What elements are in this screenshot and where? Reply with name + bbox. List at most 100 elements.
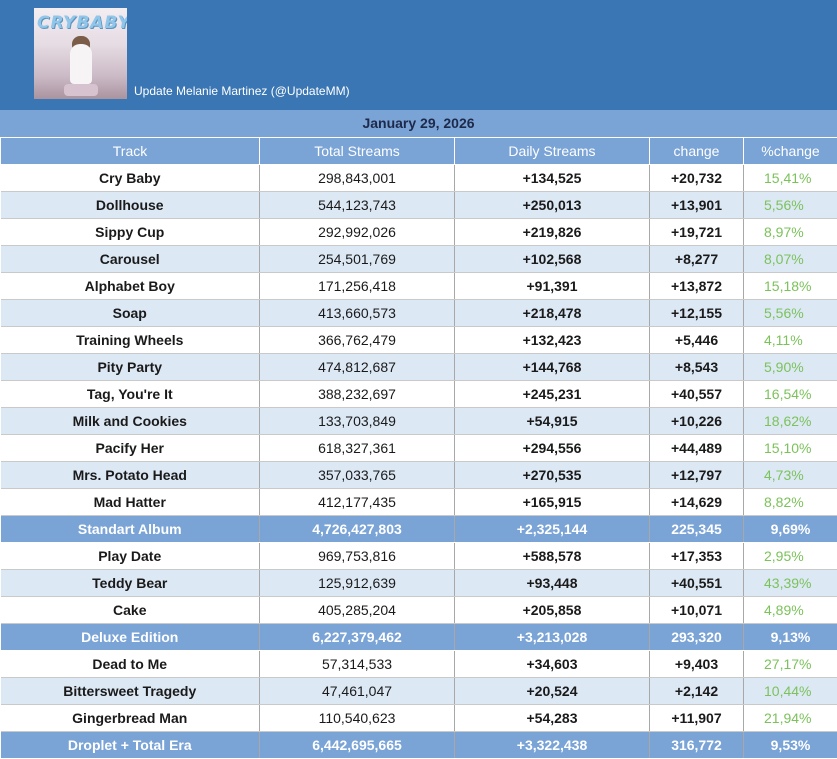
pct-change-cell: 9,53% bbox=[744, 732, 837, 759]
pct-change-cell: 10,44% bbox=[744, 678, 837, 705]
track-name-cell: Carousel bbox=[1, 246, 260, 273]
daily-streams-cell: +205,858 bbox=[455, 597, 650, 624]
pct-change-cell: 8,97% bbox=[744, 219, 837, 246]
track-name-cell: Tag, You're It bbox=[1, 381, 260, 408]
table-row: Pity Party474,812,687+144,768+8,5435,90% bbox=[1, 354, 837, 381]
pct-change-cell: 9,13% bbox=[744, 624, 837, 651]
report-date: January 29, 2026 bbox=[0, 110, 837, 137]
change-cell: +8,277 bbox=[650, 246, 744, 273]
total-streams-cell: 388,232,697 bbox=[260, 381, 455, 408]
total-streams-cell: 357,033,765 bbox=[260, 462, 455, 489]
table-row: Carousel254,501,769+102,568+8,2778,07% bbox=[1, 246, 837, 273]
total-streams-cell: 366,762,479 bbox=[260, 327, 455, 354]
total-streams-cell: 413,660,573 bbox=[260, 300, 455, 327]
daily-streams-cell: +250,013 bbox=[455, 192, 650, 219]
total-streams-cell: 618,327,361 bbox=[260, 435, 455, 462]
total-streams-cell: 412,177,435 bbox=[260, 489, 455, 516]
change-cell: +17,353 bbox=[650, 543, 744, 570]
table-row: Dollhouse544,123,743+250,013+13,9015,56% bbox=[1, 192, 837, 219]
table-row: Alphabet Boy171,256,418+91,391+13,87215,… bbox=[1, 273, 837, 300]
table-row: Teddy Bear125,912,639+93,448+40,55143,39… bbox=[1, 570, 837, 597]
daily-streams-cell: +54,915 bbox=[455, 408, 650, 435]
change-cell: +13,872 bbox=[650, 273, 744, 300]
daily-streams-cell: +3,213,028 bbox=[455, 624, 650, 651]
pct-change-cell: 8,82% bbox=[744, 489, 837, 516]
change-cell: 293,320 bbox=[650, 624, 744, 651]
pct-change-cell: 21,94% bbox=[744, 705, 837, 732]
pct-change-cell: 43,39% bbox=[744, 570, 837, 597]
change-cell: +2,142 bbox=[650, 678, 744, 705]
change-cell: +9,403 bbox=[650, 651, 744, 678]
track-name-cell: Soap bbox=[1, 300, 260, 327]
total-streams-cell: 298,843,001 bbox=[260, 165, 455, 192]
daily-streams-cell: +144,768 bbox=[455, 354, 650, 381]
change-cell: +40,551 bbox=[650, 570, 744, 597]
track-name-cell: Deluxe Edition bbox=[1, 624, 260, 651]
table-header-row: Track Total Streams Daily Streams change… bbox=[1, 138, 837, 165]
header-banner: CRYBABY Update Melanie Martinez (@Update… bbox=[0, 0, 837, 110]
summary-row: Standart Album4,726,427,803+2,325,144225… bbox=[1, 516, 837, 543]
change-cell: +13,901 bbox=[650, 192, 744, 219]
change-cell: +5,446 bbox=[650, 327, 744, 354]
table-row: Training Wheels366,762,479+132,423+5,446… bbox=[1, 327, 837, 354]
col-header-track: Track bbox=[1, 138, 260, 165]
col-header-change: change bbox=[650, 138, 744, 165]
daily-streams-cell: +3,322,438 bbox=[455, 732, 650, 759]
change-cell: +12,155 bbox=[650, 300, 744, 327]
change-cell: +14,629 bbox=[650, 489, 744, 516]
daily-streams-cell: +588,578 bbox=[455, 543, 650, 570]
pct-change-cell: 5,56% bbox=[744, 192, 837, 219]
table-row: Sippy Cup292,992,026+219,826+19,7218,97% bbox=[1, 219, 837, 246]
track-name-cell: Play Date bbox=[1, 543, 260, 570]
daily-streams-cell: +34,603 bbox=[455, 651, 650, 678]
total-streams-cell: 292,992,026 bbox=[260, 219, 455, 246]
track-name-cell: Cry Baby bbox=[1, 165, 260, 192]
summary-row: Deluxe Edition6,227,379,462+3,213,028293… bbox=[1, 624, 837, 651]
total-streams-cell: 544,123,743 bbox=[260, 192, 455, 219]
track-name-cell: Pity Party bbox=[1, 354, 260, 381]
change-cell: +10,071 bbox=[650, 597, 744, 624]
streams-table: Track Total Streams Daily Streams change… bbox=[0, 137, 837, 759]
col-header-daily-streams: Daily Streams bbox=[455, 138, 650, 165]
table-row: Bittersweet Tragedy47,461,047+20,524+2,1… bbox=[1, 678, 837, 705]
change-cell: 225,345 bbox=[650, 516, 744, 543]
table-body: Cry Baby298,843,001+134,525+20,73215,41%… bbox=[1, 165, 837, 759]
daily-streams-cell: +165,915 bbox=[455, 489, 650, 516]
total-streams-cell: 57,314,533 bbox=[260, 651, 455, 678]
change-cell: +8,543 bbox=[650, 354, 744, 381]
change-cell: 316,772 bbox=[650, 732, 744, 759]
pct-change-cell: 5,56% bbox=[744, 300, 837, 327]
daily-streams-cell: +294,556 bbox=[455, 435, 650, 462]
account-handle: Update Melanie Martinez (@UpdateMM) bbox=[134, 84, 350, 98]
daily-streams-cell: +93,448 bbox=[455, 570, 650, 597]
daily-streams-cell: +218,478 bbox=[455, 300, 650, 327]
daily-streams-cell: +219,826 bbox=[455, 219, 650, 246]
track-name-cell: Mrs. Potato Head bbox=[1, 462, 260, 489]
daily-streams-cell: +245,231 bbox=[455, 381, 650, 408]
pct-change-cell: 8,07% bbox=[744, 246, 837, 273]
daily-streams-cell: +54,283 bbox=[455, 705, 650, 732]
pct-change-cell: 9,69% bbox=[744, 516, 837, 543]
total-streams-cell: 6,227,379,462 bbox=[260, 624, 455, 651]
table-row: Gingerbread Man110,540,623+54,283+11,907… bbox=[1, 705, 837, 732]
col-header-pct-change: %change bbox=[744, 138, 837, 165]
change-cell: +44,489 bbox=[650, 435, 744, 462]
pct-change-cell: 15,18% bbox=[744, 273, 837, 300]
change-cell: +19,721 bbox=[650, 219, 744, 246]
track-name-cell: Dollhouse bbox=[1, 192, 260, 219]
pct-change-cell: 4,73% bbox=[744, 462, 837, 489]
pct-change-cell: 18,62% bbox=[744, 408, 837, 435]
daily-streams-cell: +134,525 bbox=[455, 165, 650, 192]
total-streams-cell: 47,461,047 bbox=[260, 678, 455, 705]
change-cell: +20,732 bbox=[650, 165, 744, 192]
pct-change-cell: 27,17% bbox=[744, 651, 837, 678]
change-cell: +11,907 bbox=[650, 705, 744, 732]
track-name-cell: Cake bbox=[1, 597, 260, 624]
table-row: Pacify Her618,327,361+294,556+44,48915,1… bbox=[1, 435, 837, 462]
track-name-cell: Droplet + Total Era bbox=[1, 732, 260, 759]
total-streams-cell: 405,285,204 bbox=[260, 597, 455, 624]
table-row: Mad Hatter412,177,435+165,915+14,6298,82… bbox=[1, 489, 837, 516]
album-cover-logo: CRYBABY bbox=[37, 13, 124, 33]
table-row: Play Date969,753,816+588,578+17,3532,95% bbox=[1, 543, 837, 570]
daily-streams-cell: +2,325,144 bbox=[455, 516, 650, 543]
